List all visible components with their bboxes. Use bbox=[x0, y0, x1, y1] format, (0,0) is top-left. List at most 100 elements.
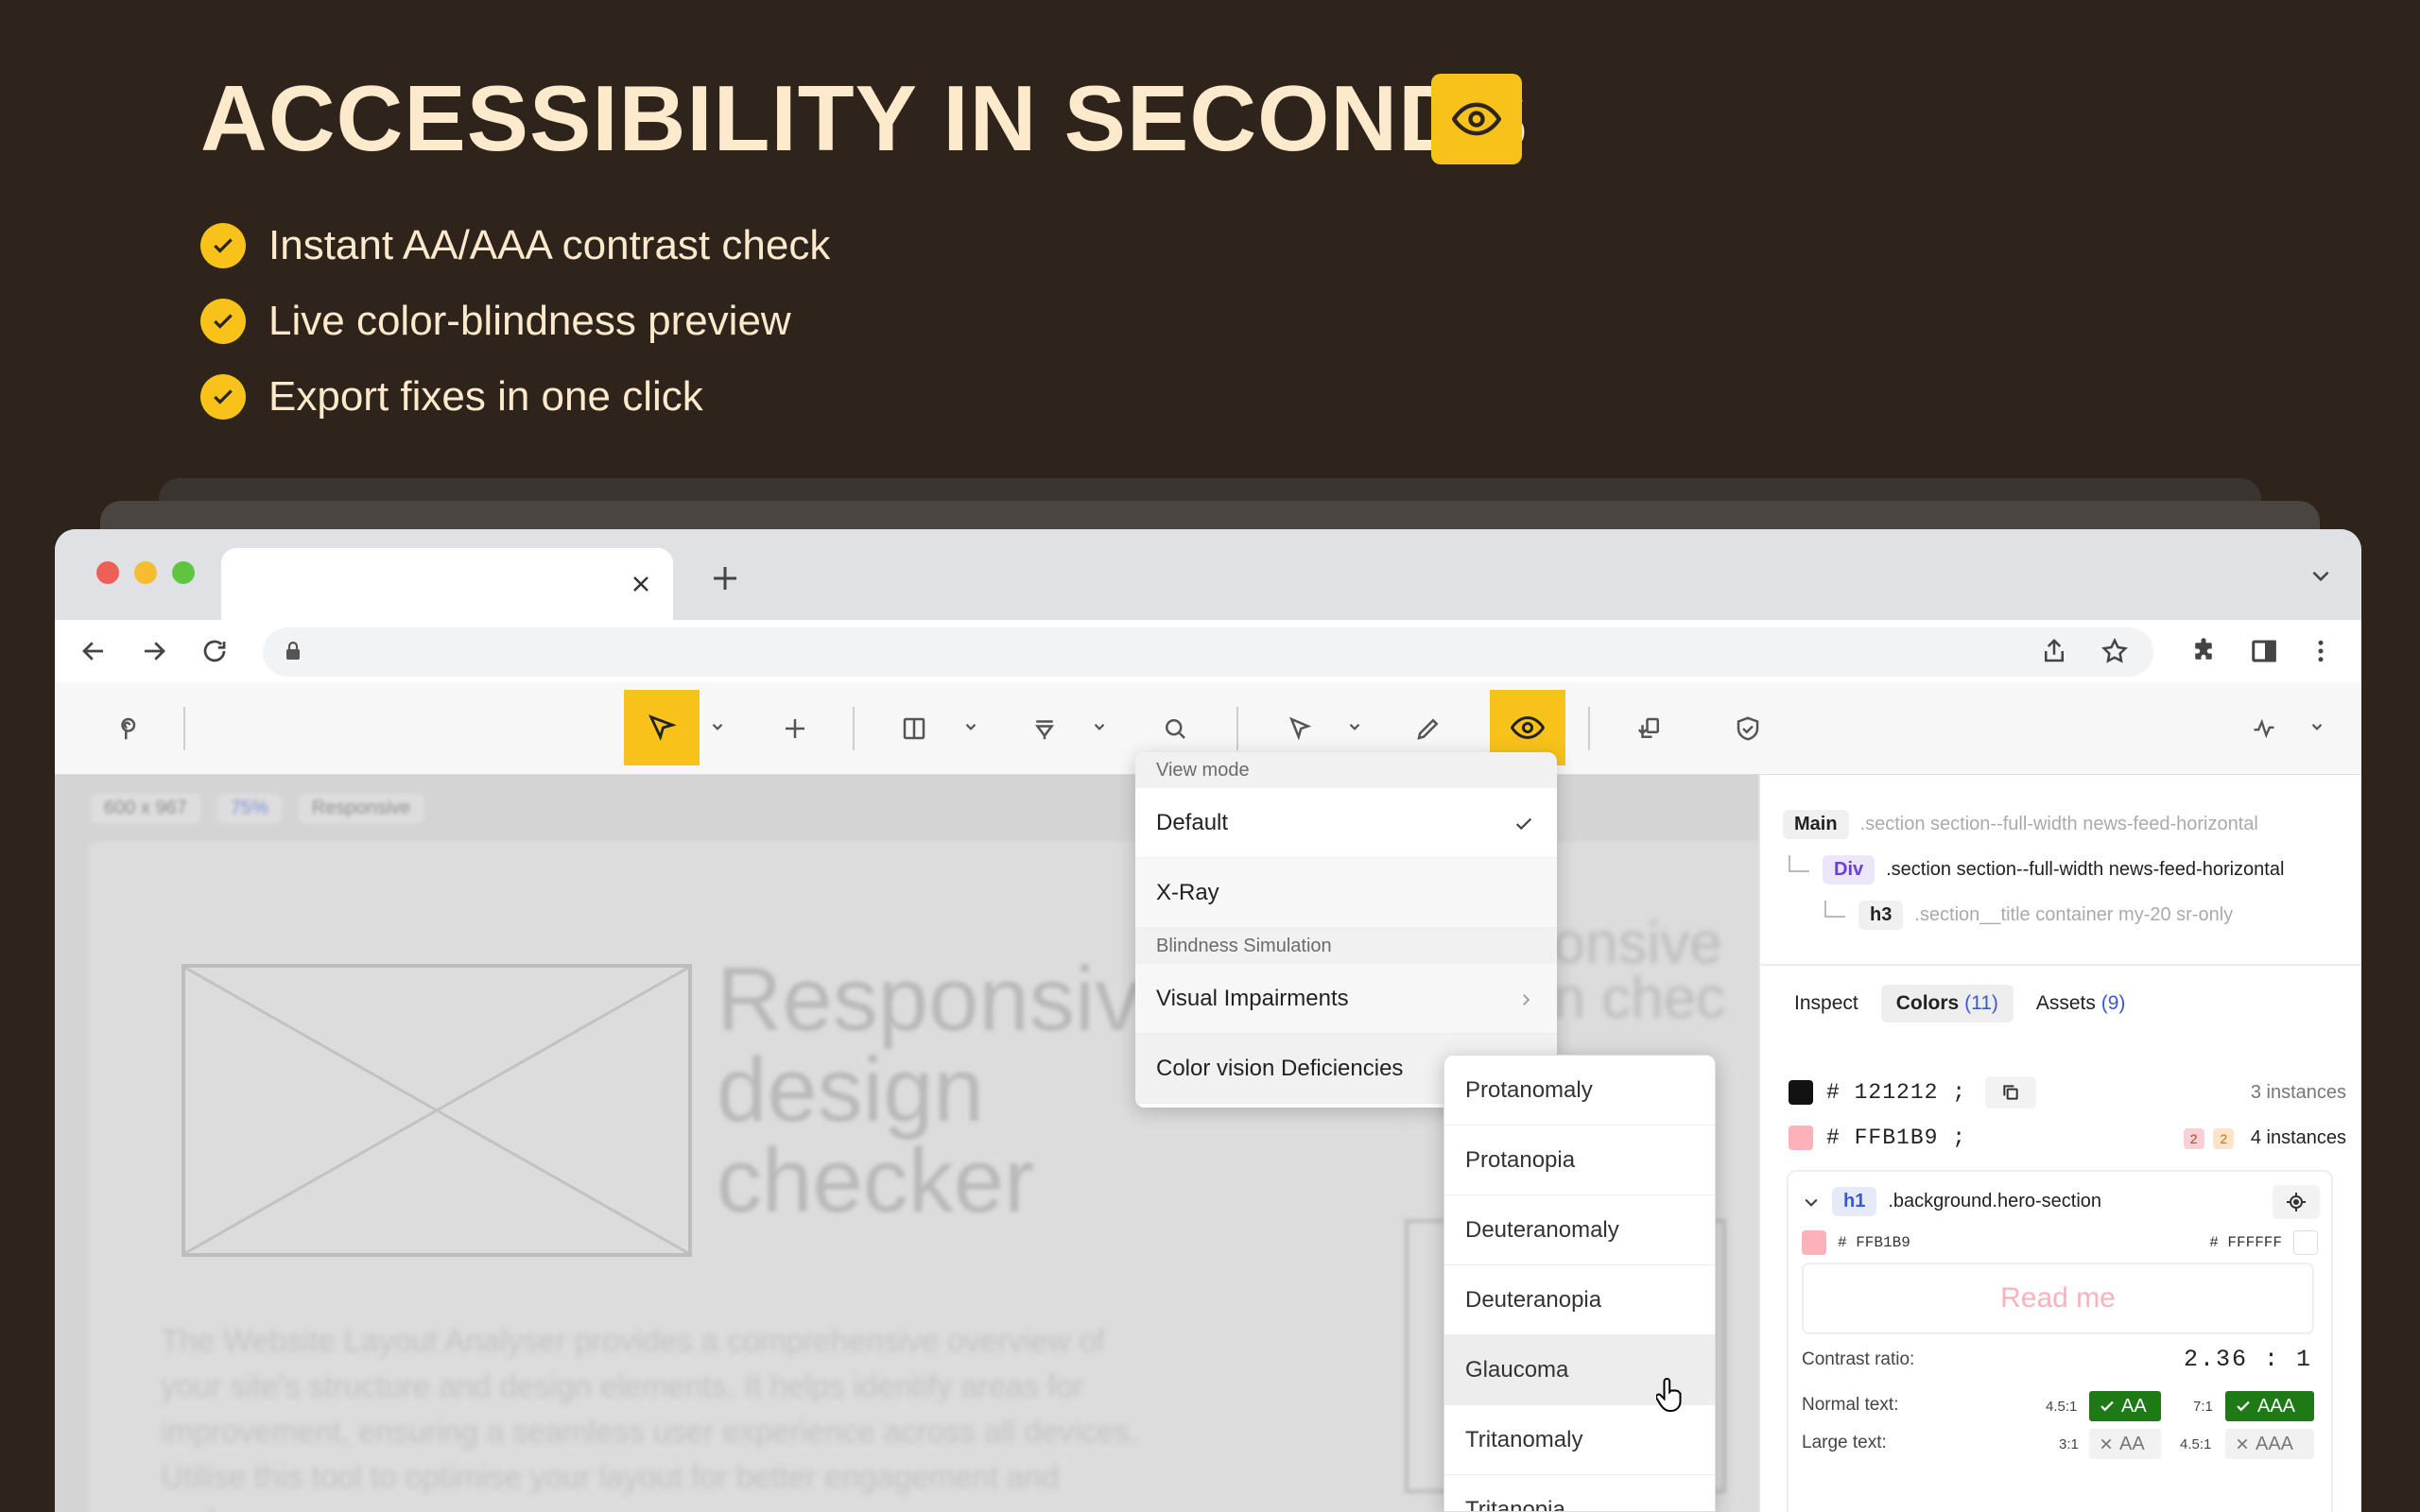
menu-section-header: Blindness Simulation bbox=[1135, 928, 1557, 964]
compare-icon[interactable] bbox=[1624, 699, 1675, 758]
viewport-size: 600 x 967 bbox=[91, 793, 200, 823]
normal-aaa-pass-badge: AAA bbox=[2225, 1391, 2314, 1421]
issue-count: 2 bbox=[2183, 1127, 2204, 1149]
reload-icon[interactable] bbox=[199, 635, 231, 667]
card-header[interactable]: h1 .background.hero-section bbox=[1802, 1187, 2101, 1216]
copy-icon[interactable] bbox=[1985, 1076, 2037, 1108]
element-selector: .background.hero-section bbox=[1888, 1191, 2102, 1211]
pencil-icon[interactable] bbox=[1403, 699, 1454, 758]
element-selector: .section section--full-width news-feed-h… bbox=[1859, 813, 2258, 834]
add-tool-icon[interactable] bbox=[769, 699, 821, 758]
badge-label: AAA bbox=[2256, 1433, 2294, 1454]
tab-colors-count: (11) bbox=[1964, 992, 1998, 1014]
check-icon bbox=[200, 299, 246, 344]
menu-item-xray[interactable]: X-Ray bbox=[1135, 858, 1557, 928]
submenu-item-protanopia[interactable]: Protanopia bbox=[1444, 1125, 1715, 1195]
threshold: 4.5:1 bbox=[2180, 1436, 2212, 1452]
image-placeholder bbox=[182, 964, 692, 1257]
background-color[interactable]: # FFFFFF bbox=[2209, 1230, 2318, 1255]
instance-count: 3 instances bbox=[2250, 1081, 2346, 1103]
tab-assets[interactable]: Assets (9) bbox=[2021, 985, 2141, 1022]
breadcrumb-h3[interactable]: h3 .section__title container my-20 sr-on… bbox=[1824, 898, 2233, 932]
element-tag: Div bbox=[1823, 854, 1876, 885]
select-tool-button[interactable] bbox=[624, 690, 700, 765]
instance-group: 2 2 4 instances bbox=[2183, 1127, 2346, 1149]
large-aa-fail-badge: AA bbox=[2089, 1429, 2161, 1459]
canvas-topbar: 600 x 967 75% Responsive bbox=[91, 790, 424, 826]
toolbar-divider bbox=[183, 707, 185, 750]
badge-label: AA bbox=[2121, 1395, 2147, 1417]
device-mode[interactable]: Responsive bbox=[298, 793, 424, 823]
feature-text: Instant AA/AAA contrast check bbox=[268, 222, 831, 268]
submenu-item-deuteranomaly[interactable]: Deuteranomaly bbox=[1444, 1195, 1715, 1265]
back-icon[interactable] bbox=[78, 635, 110, 667]
eye-badge bbox=[1431, 74, 1522, 164]
eye-icon bbox=[1452, 102, 1501, 136]
check-icon bbox=[200, 374, 246, 420]
breadcrumb-div[interactable]: Div .section section--full-width news-fe… bbox=[1789, 852, 2284, 886]
activity-chevron-icon[interactable] bbox=[2308, 718, 2325, 740]
menu-item-label: X-Ray bbox=[1156, 880, 1219, 905]
close-window-dot[interactable] bbox=[96, 561, 119, 584]
hero-title: ACCESSIBILITY IN SECONDS bbox=[200, 66, 1530, 170]
toolbar-divider bbox=[1236, 707, 1238, 750]
lock-icon bbox=[284, 641, 302, 666]
tab-colors[interactable]: Colors (11) bbox=[1880, 985, 2014, 1022]
badge-label: AA bbox=[2119, 1433, 2145, 1454]
maximize-window-dot[interactable] bbox=[172, 561, 195, 584]
submenu-item-protanomaly[interactable]: Protanomaly bbox=[1444, 1056, 1715, 1125]
url-input[interactable] bbox=[263, 627, 2153, 677]
foreground-color[interactable]: # FFB1B9 bbox=[1802, 1230, 1910, 1255]
menu-item-label: Visual Impairments bbox=[1156, 986, 1349, 1011]
layout-columns-icon[interactable] bbox=[889, 699, 940, 758]
tree-connector bbox=[1824, 901, 1845, 918]
pointer-tool-icon[interactable] bbox=[1274, 699, 1325, 758]
feature-text: Live color-blindness preview bbox=[268, 298, 791, 344]
contrast-ratio-label: Contrast ratio: bbox=[1802, 1349, 1915, 1369]
paint-chevron-icon[interactable] bbox=[1091, 718, 1108, 740]
tab-inspect[interactable]: Inspect bbox=[1779, 985, 1874, 1022]
activity-icon[interactable] bbox=[2238, 699, 2290, 758]
minimize-window-dot[interactable] bbox=[134, 561, 157, 584]
shield-check-icon[interactable] bbox=[1722, 699, 1773, 758]
search-icon[interactable] bbox=[1150, 699, 1201, 758]
browser-tab[interactable] bbox=[221, 548, 673, 620]
side-panel-icon[interactable] bbox=[2248, 635, 2280, 667]
share-icon[interactable] bbox=[2040, 637, 2068, 670]
submenu-item-deuteranopia[interactable]: Deuteranopia bbox=[1444, 1265, 1715, 1335]
contrast-card: h1 .background.hero-section # FFB1B9 # F… bbox=[1787, 1170, 2333, 1512]
pointer-chevron-icon[interactable] bbox=[1346, 718, 1363, 740]
new-tab-icon[interactable] bbox=[711, 561, 739, 599]
threshold: 4.5:1 bbox=[2046, 1399, 2078, 1415]
menu-item-visual-impairments[interactable]: Visual Impairments bbox=[1135, 964, 1557, 1034]
element-selector: .section__title container my-20 sr-only bbox=[1914, 903, 2234, 925]
large-aaa-fail-badge: AAA bbox=[2225, 1429, 2314, 1459]
submenu-item-tritanopia[interactable]: Tritanopia bbox=[1444, 1475, 1715, 1511]
normal-text-label: Normal text: bbox=[1802, 1395, 1899, 1415]
chevron-down-icon bbox=[1805, 1198, 1818, 1207]
color-row[interactable]: # FFB1B9 ; 2 2 4 instances bbox=[1789, 1119, 2346, 1157]
tab-search-chevron-icon[interactable] bbox=[2308, 563, 2333, 593]
toolbar-divider bbox=[853, 707, 855, 750]
element-tag: Main bbox=[1783, 809, 1849, 839]
contrast-preview: Read me bbox=[1802, 1263, 2314, 1334]
extensions-puzzle-icon[interactable] bbox=[2187, 635, 2220, 667]
menu-item-default[interactable]: Default bbox=[1135, 788, 1557, 858]
more-menu-icon[interactable] bbox=[2305, 635, 2337, 667]
feature-list: Instant AA/AAA contrast check Live color… bbox=[200, 208, 830, 435]
locate-target-icon[interactable] bbox=[2273, 1185, 2320, 1219]
paint-bucket-icon[interactable] bbox=[1019, 699, 1070, 758]
extension-logo-icon[interactable] bbox=[104, 699, 155, 758]
color-hex: # 121212 ; bbox=[1826, 1080, 1967, 1105]
select-tool-chevron-icon[interactable] bbox=[709, 718, 726, 740]
close-tab-icon[interactable] bbox=[626, 569, 656, 599]
feature-item: Export fixes in one click bbox=[200, 359, 830, 435]
element-tag: h3 bbox=[1858, 900, 1904, 930]
layout-chevron-icon[interactable] bbox=[962, 718, 979, 740]
forward-icon[interactable] bbox=[138, 635, 170, 667]
color-hex: # FFB1B9 ; bbox=[1826, 1125, 1967, 1150]
bookmark-star-icon[interactable] bbox=[2100, 637, 2129, 670]
breadcrumb-main[interactable]: Main .section section--full-width news-f… bbox=[1783, 807, 2258, 841]
check-icon bbox=[200, 223, 246, 268]
color-row[interactable]: # 121212 ; 3 instances bbox=[1789, 1074, 2346, 1111]
